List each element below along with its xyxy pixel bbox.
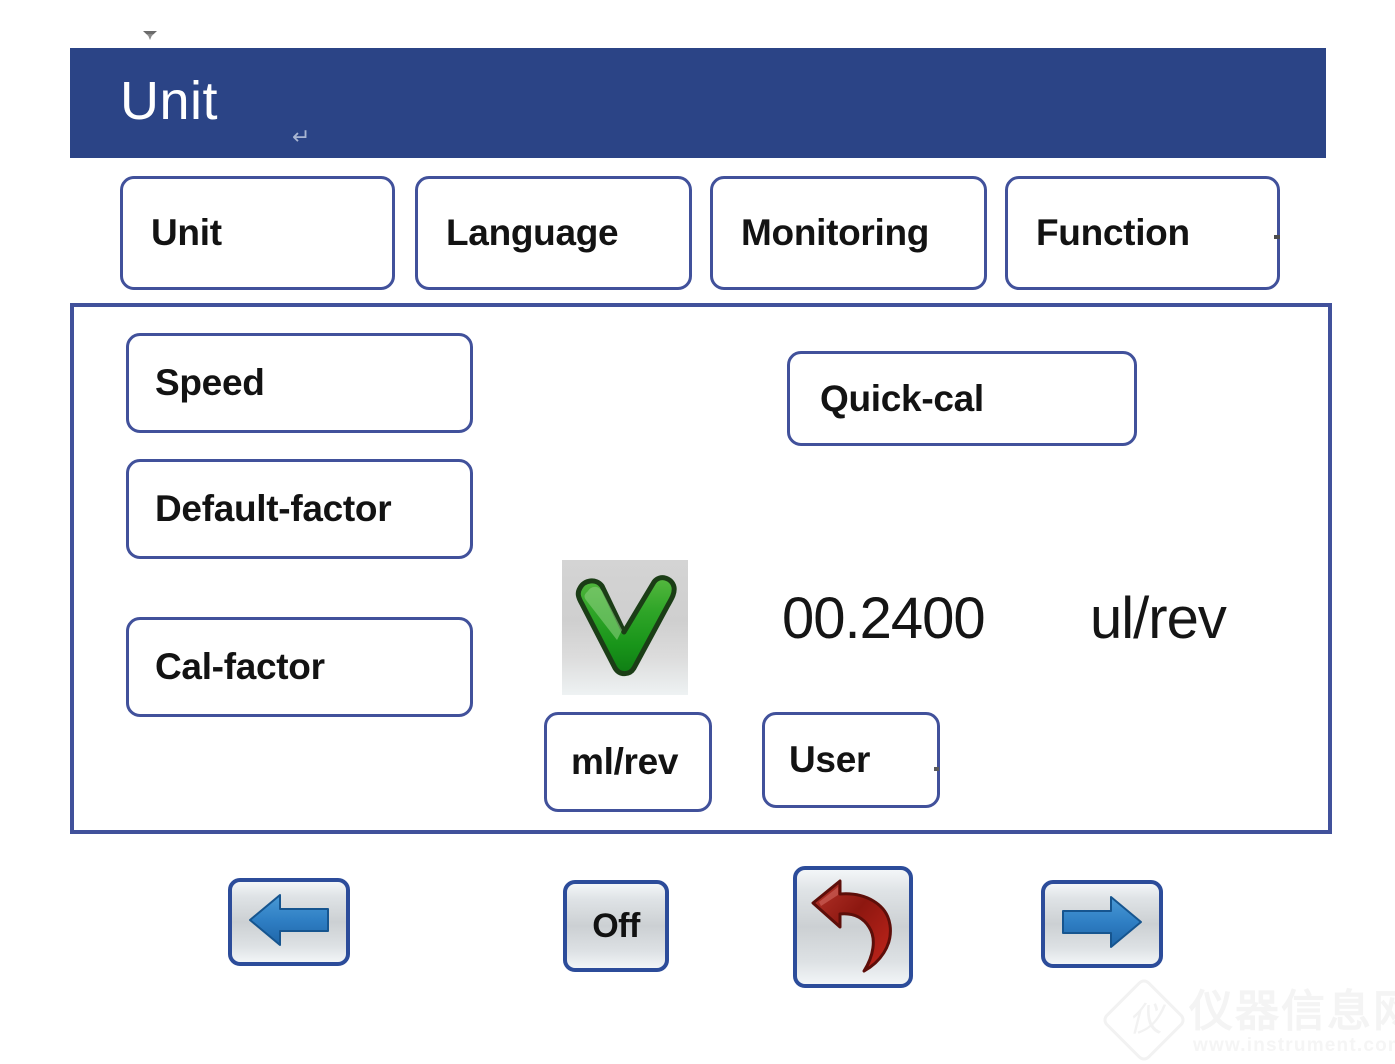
undo-button[interactable] — [793, 866, 913, 988]
main-panel: Speed Default-factor Cal-factor Quick-ca… — [70, 303, 1332, 834]
off-button-label: Off — [592, 906, 640, 945]
tab-language[interactable]: Language — [415, 176, 692, 290]
green-check-icon — [562, 560, 688, 695]
site-watermark: 仪 仪器信息网 www.instrument.com.cn — [1100, 976, 1395, 1064]
watermark-url: www.instrument.com.cn — [1193, 1035, 1395, 1056]
paragraph-mark-icon: ↵ — [292, 124, 311, 149]
cal-factor-value: 00.2400 — [782, 586, 986, 651]
previous-button[interactable] — [228, 878, 350, 966]
option-user-label: User — [789, 739, 871, 780]
option-ml-per-rev[interactable]: ml/rev — [544, 712, 712, 812]
cal-factor-unit: ul/rev — [1090, 586, 1227, 651]
header-bar: Unit ↵ — [70, 48, 1326, 158]
arrow-right-icon — [1059, 893, 1145, 956]
watermark-logo-icon — [1100, 976, 1188, 1064]
page-title: Unit — [120, 71, 219, 131]
option-speed[interactable]: Speed — [126, 333, 473, 433]
button-edge-tick — [934, 767, 939, 771]
option-user[interactable]: User — [762, 712, 940, 808]
tab-function[interactable]: Function — [1005, 176, 1280, 290]
option-quick-cal[interactable]: Quick-cal — [787, 351, 1137, 446]
watermark-logo-glyph: 仪 — [1128, 1002, 1163, 1039]
undo-arrow-icon — [807, 875, 899, 980]
tab-monitoring[interactable]: Monitoring — [710, 176, 987, 290]
option-default-factor[interactable]: Default-factor — [126, 459, 473, 559]
tab-edge-tick — [1274, 235, 1280, 239]
watermark-site-name: 仪器信息网 — [1189, 987, 1395, 1036]
off-button[interactable]: Off — [563, 880, 669, 972]
next-button[interactable] — [1041, 880, 1163, 968]
arrow-left-icon — [246, 891, 332, 954]
option-cal-factor[interactable]: Cal-factor — [126, 617, 473, 717]
tab-unit[interactable]: Unit — [120, 176, 395, 290]
scan-artifact-mark — [143, 31, 157, 40]
tab-bar: Unit Language Monitoring Function — [120, 176, 1280, 290]
tab-function-label: Function — [1036, 212, 1190, 253]
